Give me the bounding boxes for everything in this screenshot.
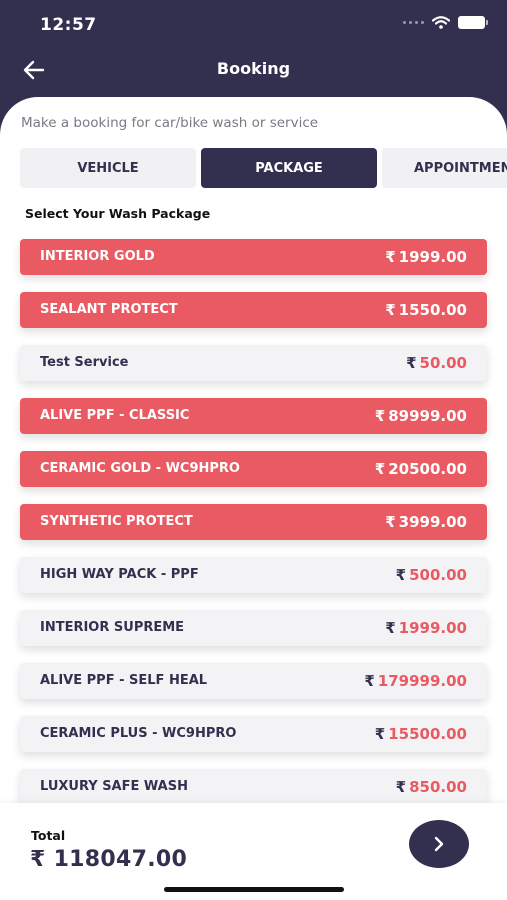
package-row[interactable]: ALIVE PPF - SELF HEAL ₹179999.00 bbox=[20, 663, 487, 699]
package-price-value: 1999.00 bbox=[398, 248, 467, 266]
tab-appointment[interactable]: APPOINTMENT bbox=[382, 148, 507, 188]
package-name: HIGH WAY PACK - PPF bbox=[40, 567, 199, 582]
wifi-icon bbox=[432, 16, 450, 29]
booking-subtitle: Make a booking for car/bike wash or serv… bbox=[21, 115, 319, 131]
package-row[interactable]: LUXURY SAFE WASH ₹850.00 bbox=[20, 769, 487, 805]
status-time: 12:57 bbox=[40, 15, 97, 35]
tab-package[interactable]: PACKAGE bbox=[201, 148, 377, 188]
package-row[interactable]: SEALANT PROTECT ₹1550.00 bbox=[20, 292, 487, 328]
rupee-symbol: ₹ bbox=[385, 513, 396, 531]
status-bar: 12:57 bbox=[0, 0, 507, 50]
signal-icon bbox=[403, 21, 424, 24]
chevron-right-icon bbox=[434, 836, 444, 852]
package-price-value: 500.00 bbox=[409, 566, 467, 584]
package-name: Test Service bbox=[40, 355, 129, 370]
tab-vehicle[interactable]: VEHICLE bbox=[20, 148, 196, 188]
status-icons bbox=[403, 16, 488, 29]
package-row[interactable]: CERAMIC GOLD - WC9HPRO ₹20500.00 bbox=[20, 451, 487, 487]
package-price: ₹1550.00 bbox=[385, 292, 467, 328]
package-row[interactable]: HIGH WAY PACK - PPF ₹500.00 bbox=[20, 557, 487, 593]
package-price: ₹3999.00 bbox=[385, 504, 467, 540]
rupee-symbol: ₹ bbox=[385, 301, 396, 319]
package-row[interactable]: SYNTHETIC PROTECT ₹3999.00 bbox=[20, 504, 487, 540]
booking-sheet: Make a booking for car/bike wash or serv… bbox=[0, 97, 507, 807]
package-price: ₹20500.00 bbox=[375, 451, 467, 487]
package-name: SEALANT PROTECT bbox=[40, 302, 178, 317]
package-price-value: 850.00 bbox=[409, 778, 467, 796]
rupee-symbol: ₹ bbox=[385, 248, 396, 266]
package-name: ALIVE PPF - CLASSIC bbox=[40, 408, 190, 423]
rupee-symbol: ₹ bbox=[374, 725, 386, 743]
next-button[interactable] bbox=[409, 820, 469, 868]
package-name: CERAMIC GOLD - WC9HPRO bbox=[40, 461, 240, 476]
package-row[interactable]: INTERIOR GOLD ₹1999.00 bbox=[20, 239, 487, 275]
package-price: ₹15500.00 bbox=[375, 716, 467, 752]
battery-icon bbox=[458, 16, 488, 29]
package-price-value: 15500.00 bbox=[388, 725, 467, 743]
home-indicator bbox=[164, 887, 344, 892]
package-row[interactable]: ALIVE PPF - CLASSIC ₹89999.00 bbox=[20, 398, 487, 434]
package-price: ₹179999.00 bbox=[364, 663, 467, 699]
package-price: ₹1999.00 bbox=[385, 239, 467, 275]
package-price-value: 1999.00 bbox=[398, 619, 467, 637]
package-name: CERAMIC PLUS - WC9HPRO bbox=[40, 726, 237, 741]
package-name: SYNTHETIC PROTECT bbox=[40, 514, 193, 529]
package-name: INTERIOR GOLD bbox=[40, 249, 155, 264]
rupee-symbol: ₹ bbox=[374, 460, 386, 478]
footer-bar: Total ₹ 118047.00 bbox=[0, 803, 507, 900]
total-label: Total bbox=[31, 828, 66, 843]
package-row[interactable]: CERAMIC PLUS - WC9HPRO ₹15500.00 bbox=[20, 716, 487, 752]
package-price-value: 179999.00 bbox=[377, 672, 467, 690]
package-price-value: 89999.00 bbox=[388, 407, 467, 425]
rupee-symbol: ₹ bbox=[385, 619, 396, 637]
package-price-value: 1550.00 bbox=[398, 301, 467, 319]
page-title: Booking bbox=[216, 59, 291, 78]
rupee-symbol: ₹ bbox=[364, 672, 375, 690]
package-price-value: 20500.00 bbox=[388, 460, 467, 478]
package-row[interactable]: Test Service ₹50.00 bbox=[20, 345, 487, 381]
package-price-value: 50.00 bbox=[419, 354, 467, 372]
package-price: ₹500.00 bbox=[396, 557, 467, 593]
section-title: Select Your Wash Package bbox=[25, 206, 211, 221]
package-row[interactable]: INTERIOR SUPREME ₹1999.00 bbox=[20, 610, 487, 646]
package-price: ₹850.00 bbox=[396, 769, 467, 805]
rupee-symbol: ₹ bbox=[374, 407, 386, 425]
booking-tabs: VEHICLE PACKAGE APPOINTMENT bbox=[20, 148, 507, 188]
package-price: ₹50.00 bbox=[406, 345, 467, 381]
package-name: INTERIOR SUPREME bbox=[40, 620, 185, 635]
rupee-symbol: ₹ bbox=[395, 566, 407, 584]
package-price-value: 3999.00 bbox=[398, 513, 467, 531]
rupee-symbol: ₹ bbox=[395, 778, 407, 796]
package-price: ₹1999.00 bbox=[385, 610, 467, 646]
total-amount: ₹ 118047.00 bbox=[30, 847, 188, 872]
package-name: LUXURY SAFE WASH bbox=[40, 779, 188, 794]
package-name: ALIVE PPF - SELF HEAL bbox=[40, 673, 208, 688]
rupee-symbol: ₹ bbox=[406, 354, 417, 372]
app-header: Booking bbox=[0, 50, 507, 90]
package-price: ₹89999.00 bbox=[375, 398, 467, 434]
